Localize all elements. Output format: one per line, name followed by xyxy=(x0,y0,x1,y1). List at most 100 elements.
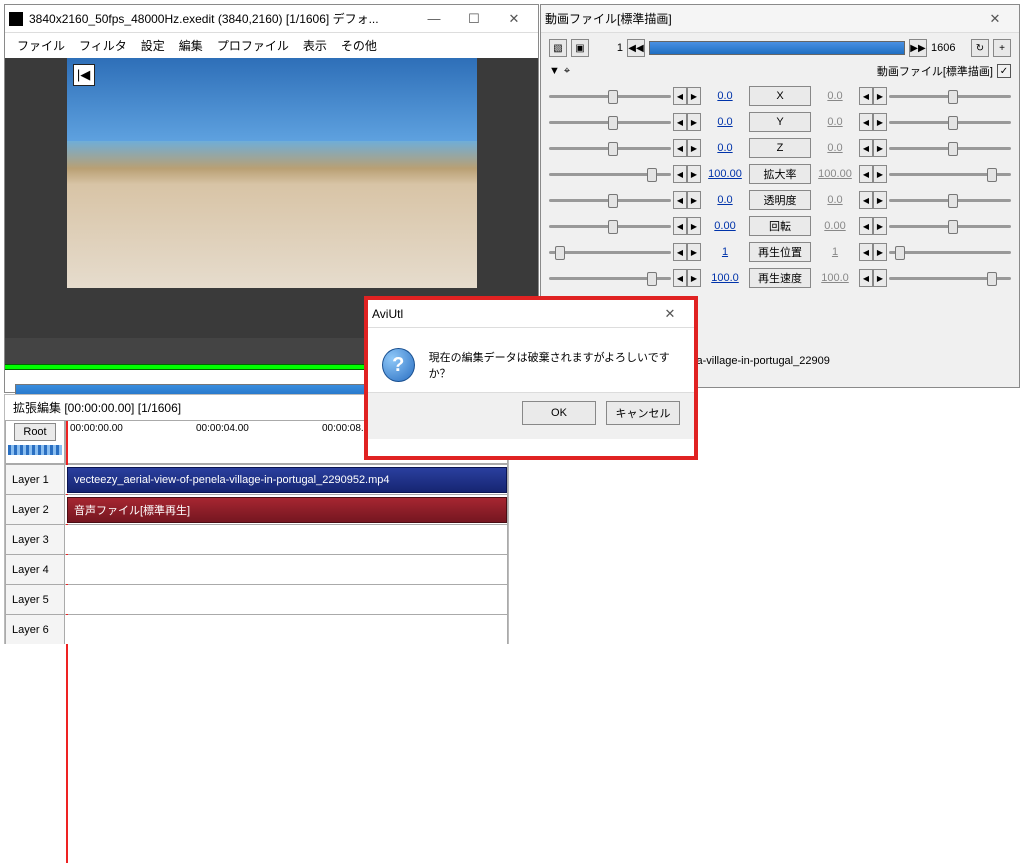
layer-name[interactable]: Layer 4 xyxy=(5,555,65,584)
ok-button[interactable]: OK xyxy=(522,401,596,425)
step-right-icon[interactable]: ▶ xyxy=(687,165,701,183)
menu-edit[interactable]: 編集 xyxy=(173,35,209,56)
step-right-icon[interactable]: ▶ xyxy=(687,191,701,209)
param-slider-right[interactable] xyxy=(889,217,1011,235)
step-left-icon[interactable]: ◀ xyxy=(859,87,873,105)
param-slider-left[interactable] xyxy=(549,269,671,287)
param-slider-right[interactable] xyxy=(889,269,1011,287)
param-name-button[interactable]: 回転 xyxy=(749,216,811,236)
layer-name[interactable]: Layer 1 xyxy=(5,465,65,494)
step-left-icon[interactable]: ◀ xyxy=(673,139,687,157)
param-slider-right[interactable] xyxy=(889,243,1011,261)
step-right-icon[interactable]: ▶ xyxy=(873,87,887,105)
param-slider-right[interactable] xyxy=(889,139,1011,157)
rewind-icon[interactable]: |◀ xyxy=(73,64,95,86)
param-name-button[interactable]: 透明度 xyxy=(749,190,811,210)
step-left-icon[interactable]: ◀ xyxy=(673,269,687,287)
step-right-icon[interactable]: ▶ xyxy=(687,139,701,157)
param-slider-left[interactable] xyxy=(549,139,671,157)
param-slider-right[interactable] xyxy=(889,165,1011,183)
step-left-icon[interactable]: ◀ xyxy=(673,113,687,131)
step-left-icon[interactable]: ◀ xyxy=(859,113,873,131)
param-value-left[interactable]: 0.0 xyxy=(703,90,747,102)
step-left-icon[interactable]: ◀ xyxy=(673,217,687,235)
step-left-icon[interactable]: ◀ xyxy=(859,165,873,183)
param-value-left[interactable]: 0.0 xyxy=(703,116,747,128)
close-icon[interactable]: ✕ xyxy=(494,6,534,32)
step-right-icon[interactable]: ▶ xyxy=(873,191,887,209)
step-left-icon[interactable]: ◀ xyxy=(673,87,687,105)
step-right-icon[interactable]: ▶ xyxy=(687,243,701,261)
step-right-icon[interactable]: ▶ xyxy=(873,113,887,131)
step-left-icon[interactable]: ◀ xyxy=(859,191,873,209)
step-left-icon[interactable]: ◀ xyxy=(673,165,687,183)
step-right-icon[interactable]: ▶ xyxy=(687,269,701,287)
clip-aud[interactable]: 音声ファイル[標準再生] xyxy=(67,497,507,523)
menu-settings[interactable]: 設定 xyxy=(135,35,171,56)
layer-track[interactable] xyxy=(65,615,508,644)
param-value-right[interactable]: 0.0 xyxy=(813,142,857,154)
seek-mark2-icon[interactable]: ▣ xyxy=(571,39,589,57)
param-value-right[interactable]: 0.0 xyxy=(813,90,857,102)
step-right-icon[interactable]: ▶ xyxy=(687,217,701,235)
menu-file[interactable]: ファイル xyxy=(11,35,71,56)
param-name-button[interactable]: 再生位置 xyxy=(749,242,811,262)
layer-name[interactable]: Layer 3 xyxy=(5,525,65,554)
layer-track[interactable]: vecteezy_aerial-view-of-penela-village-i… xyxy=(65,465,508,494)
step-left-icon[interactable]: ◀ xyxy=(859,139,873,157)
step-left-icon[interactable]: ◀ xyxy=(673,243,687,261)
step-right-icon[interactable]: ▶ xyxy=(873,165,887,183)
seek-next-icon[interactable]: ▶▶ xyxy=(909,39,927,57)
param-slider-left[interactable] xyxy=(549,165,671,183)
param-value-right[interactable]: 0.0 xyxy=(813,116,857,128)
prop-titlebar[interactable]: 動画ファイル[標準描画] ✕ xyxy=(541,5,1019,33)
param-name-button[interactable]: Z xyxy=(749,138,811,158)
layer-name[interactable]: Layer 6 xyxy=(5,615,65,644)
param-value-right[interactable]: 1 xyxy=(813,246,857,258)
seek-mark1-icon[interactable]: ▧ xyxy=(549,39,567,57)
param-name-button[interactable]: X xyxy=(749,86,811,106)
step-left-icon[interactable]: ◀ xyxy=(859,269,873,287)
param-value-left[interactable]: 100.0 xyxy=(703,272,747,284)
menu-filter[interactable]: フィルタ xyxy=(73,35,133,56)
layer-track[interactable] xyxy=(65,585,508,614)
step-right-icon[interactable]: ▶ xyxy=(873,269,887,287)
step-left-icon[interactable]: ◀ xyxy=(859,217,873,235)
step-left-icon[interactable]: ◀ xyxy=(859,243,873,261)
param-value-right[interactable]: 0.00 xyxy=(813,220,857,232)
param-value-left[interactable]: 0.00 xyxy=(703,220,747,232)
dialog-titlebar[interactable]: AviUtl ✕ xyxy=(368,300,694,328)
layer-name[interactable]: Layer 5 xyxy=(5,585,65,614)
param-value-left[interactable]: 100.00 xyxy=(703,168,747,180)
param-value-right[interactable]: 100.0 xyxy=(813,272,857,284)
param-slider-left[interactable] xyxy=(549,243,671,261)
cancel-button[interactable]: キャンセル xyxy=(606,401,680,425)
clip-vid[interactable]: vecteezy_aerial-view-of-penela-village-i… xyxy=(67,467,507,493)
step-right-icon[interactable]: ▶ xyxy=(873,139,887,157)
step-right-icon[interactable]: ▶ xyxy=(687,87,701,105)
layer-track[interactable]: 音声ファイル[標準再生] xyxy=(65,495,508,524)
param-slider-left[interactable] xyxy=(549,191,671,209)
seek-prev-icon[interactable]: ◀◀ xyxy=(627,39,645,57)
step-right-icon[interactable]: ▶ xyxy=(873,217,887,235)
param-slider-right[interactable] xyxy=(889,113,1011,131)
add-icon[interactable]: + xyxy=(993,39,1011,57)
param-slider-right[interactable] xyxy=(889,87,1011,105)
loop-icon[interactable]: ↻ xyxy=(971,39,989,57)
param-slider-left[interactable] xyxy=(549,113,671,131)
param-name-button[interactable]: Y xyxy=(749,112,811,132)
param-slider-left[interactable] xyxy=(549,87,671,105)
close-icon[interactable]: ✕ xyxy=(650,301,690,327)
minimize-icon[interactable]: — xyxy=(414,6,454,32)
param-value-right[interactable]: 0.0 xyxy=(813,194,857,206)
layer-track[interactable] xyxy=(65,555,508,584)
menu-other[interactable]: その他 xyxy=(335,35,383,56)
main-titlebar[interactable]: 3840x2160_50fps_48000Hz.exedit (3840,216… xyxy=(5,5,538,33)
maximize-icon[interactable]: ☐ xyxy=(454,6,494,32)
menu-view[interactable]: 表示 xyxy=(297,35,333,56)
param-name-button[interactable]: 拡大率 xyxy=(749,164,811,184)
param-value-right[interactable]: 100.00 xyxy=(813,168,857,180)
root-button[interactable]: Root xyxy=(14,423,55,441)
param-value-left[interactable]: 0.0 xyxy=(703,194,747,206)
expand-icon[interactable]: ▼ xyxy=(549,65,560,77)
